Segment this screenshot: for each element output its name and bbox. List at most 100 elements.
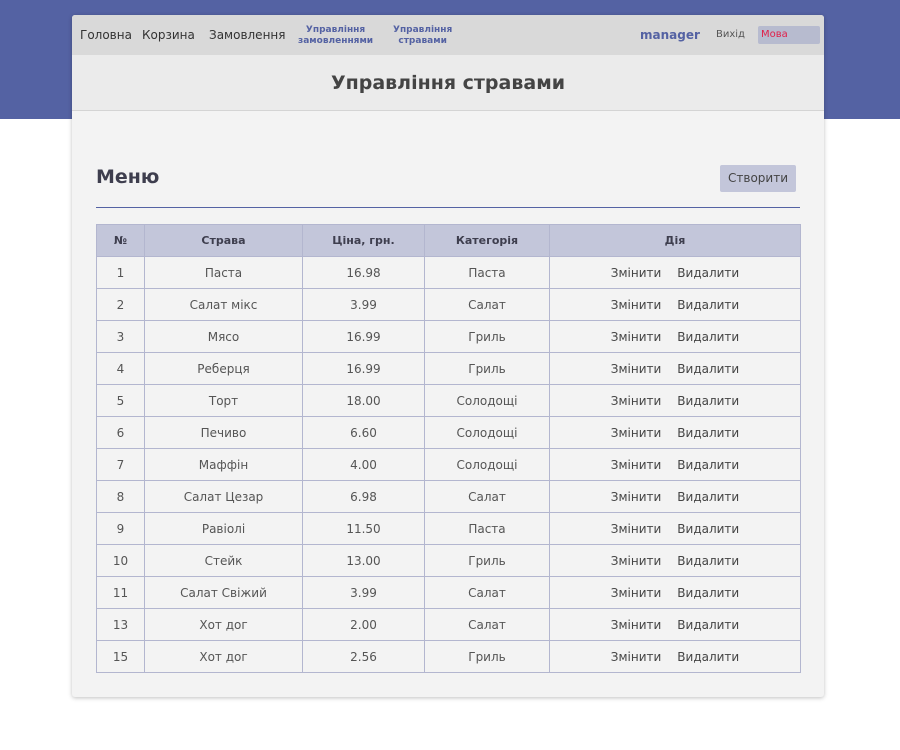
cell-actions: Змінити Видалити (549, 416, 801, 449)
column-header-price: Ціна, грн. (302, 224, 425, 257)
cell-dish: Хот дог (144, 640, 303, 673)
cell-price: 6.60 (302, 416, 425, 449)
edit-link[interactable]: Змінити (611, 554, 662, 568)
delete-link[interactable]: Видалити (677, 394, 739, 408)
nav-manage-orders-link[interactable]: Управління замовленнями (298, 25, 373, 47)
cell-price: 16.99 (302, 320, 425, 353)
table-row: 2 Салат мікс 3.99 Салат Змінити Видалити (96, 288, 801, 321)
cell-actions: Змінити Видалити (549, 640, 801, 673)
table-row: 9 Равіолі 11.50 Паста Змінити Видалити (96, 512, 801, 545)
edit-link[interactable]: Змінити (611, 266, 662, 280)
table-body: 1 Паста 16.98 Паста Змінити Видалити 2 Салат мі… (96, 256, 801, 673)
table-row: 8 Салат Цезар 6.98 Салат Змінити Видалити (96, 480, 801, 513)
edit-link[interactable]: Змінити (611, 362, 662, 376)
cell-actions: Змінити Видалити (549, 448, 801, 481)
edit-link[interactable]: Змінити (611, 522, 662, 536)
delete-link[interactable]: Видалити (677, 266, 739, 280)
nav-orders-link[interactable]: Замовлення (209, 15, 285, 55)
cell-number: 7 (96, 448, 145, 481)
cell-dish: Печиво (144, 416, 303, 449)
edit-link[interactable]: Змінити (611, 394, 662, 408)
cell-actions: Змінити Видалити (549, 576, 801, 609)
edit-link[interactable]: Змінити (611, 490, 662, 504)
column-header-category: Категорія (424, 224, 550, 257)
cell-actions: Змінити Видалити (549, 320, 801, 353)
dishes-table: № Страва Ціна, грн. Категорія Дія 1 Паста… (96, 224, 801, 673)
delete-link[interactable]: Видалити (677, 650, 739, 664)
delete-link[interactable]: Видалити (677, 586, 739, 600)
cell-category: Паста (424, 512, 550, 545)
edit-link[interactable]: Змінити (611, 618, 662, 632)
cell-actions: Змінити Видалити (549, 384, 801, 417)
nav-home-link[interactable]: Головна (80, 15, 132, 55)
cell-category: Салат (424, 480, 550, 513)
edit-link[interactable]: Змінити (611, 458, 662, 472)
edit-link[interactable]: Змінити (611, 426, 662, 440)
cell-dish: Салат Цезар (144, 480, 303, 513)
delete-link[interactable]: Видалити (677, 554, 739, 568)
cell-number: 8 (96, 480, 145, 513)
cell-dish: Реберця (144, 352, 303, 385)
cell-dish: Мясо (144, 320, 303, 353)
cell-category: Гриль (424, 352, 550, 385)
delete-link[interactable]: Видалити (677, 362, 739, 376)
create-button[interactable]: Створити (720, 165, 796, 192)
cell-actions: Змінити Видалити (549, 544, 801, 577)
cell-dish: Хот дог (144, 608, 303, 641)
cell-number: 11 (96, 576, 145, 609)
cell-number: 2 (96, 288, 145, 321)
table-row: 13 Хот дог 2.00 Салат Змінити Видалити (96, 608, 801, 641)
delete-link[interactable]: Видалити (677, 458, 739, 472)
column-header-action: Дія (549, 224, 801, 257)
nav-manage-dishes-line1: Управління (393, 25, 453, 35)
cell-price: 16.98 (302, 256, 425, 289)
logout-link[interactable]: Вихід (716, 15, 745, 55)
delete-link[interactable]: Видалити (677, 490, 739, 504)
cell-price: 3.99 (302, 576, 425, 609)
table-row: 6 Печиво 6.60 Солодощі Змінити Видалити (96, 416, 801, 449)
cell-category: Солодощі (424, 448, 550, 481)
cell-dish: Торт (144, 384, 303, 417)
cell-number: 1 (96, 256, 145, 289)
cell-price: 2.56 (302, 640, 425, 673)
delete-link[interactable]: Видалити (677, 298, 739, 312)
table-row: 10 Стейк 13.00 Гриль Змінити Видалити (96, 544, 801, 577)
cell-category: Гриль (424, 544, 550, 577)
column-header-dish: Страва (144, 224, 303, 257)
cell-price: 4.00 (302, 448, 425, 481)
cell-number: 3 (96, 320, 145, 353)
nav-manage-dishes-line2: стравами (398, 36, 447, 46)
table-row: 3 Мясо 16.99 Гриль Змінити Видалити (96, 320, 801, 353)
table-row: 7 Маффін 4.00 Солодощі Змінити Видалити (96, 448, 801, 481)
column-header-number: № (96, 224, 145, 257)
edit-link[interactable]: Змінити (611, 330, 662, 344)
cell-dish: Маффін (144, 448, 303, 481)
edit-link[interactable]: Змінити (611, 298, 662, 312)
table-row: 15 Хот дог 2.56 Гриль Змінити Видалити (96, 640, 801, 673)
table-row: 4 Реберця 16.99 Гриль Змінити Видалити (96, 352, 801, 385)
main-card: Головна Корзина Замовлення Управління за… (72, 15, 824, 697)
cell-dish: Стейк (144, 544, 303, 577)
cell-number: 15 (96, 640, 145, 673)
delete-link[interactable]: Видалити (677, 522, 739, 536)
delete-link[interactable]: Видалити (677, 618, 739, 632)
cell-price: 11.50 (302, 512, 425, 545)
cell-number: 13 (96, 608, 145, 641)
cell-number: 4 (96, 352, 145, 385)
cell-category: Салат (424, 288, 550, 321)
nav-manage-orders-line1: Управління (305, 25, 366, 35)
nav-manage-dishes-link[interactable]: Управління стравами (393, 25, 452, 47)
cell-price: 2.00 (302, 608, 425, 641)
delete-link[interactable]: Видалити (677, 330, 739, 344)
cell-number: 6 (96, 416, 145, 449)
cell-category: Салат (424, 608, 550, 641)
nav-cart-link[interactable]: Корзина (142, 15, 195, 55)
table-row: 1 Паста 16.98 Паста Змінити Видалити (96, 256, 801, 289)
cell-category: Солодощі (424, 384, 550, 417)
edit-link[interactable]: Змінити (611, 650, 662, 664)
edit-link[interactable]: Змінити (611, 586, 662, 600)
language-select[interactable]: Мова (758, 26, 820, 44)
cell-price: 6.98 (302, 480, 425, 513)
cell-price: 18.00 (302, 384, 425, 417)
delete-link[interactable]: Видалити (677, 426, 739, 440)
